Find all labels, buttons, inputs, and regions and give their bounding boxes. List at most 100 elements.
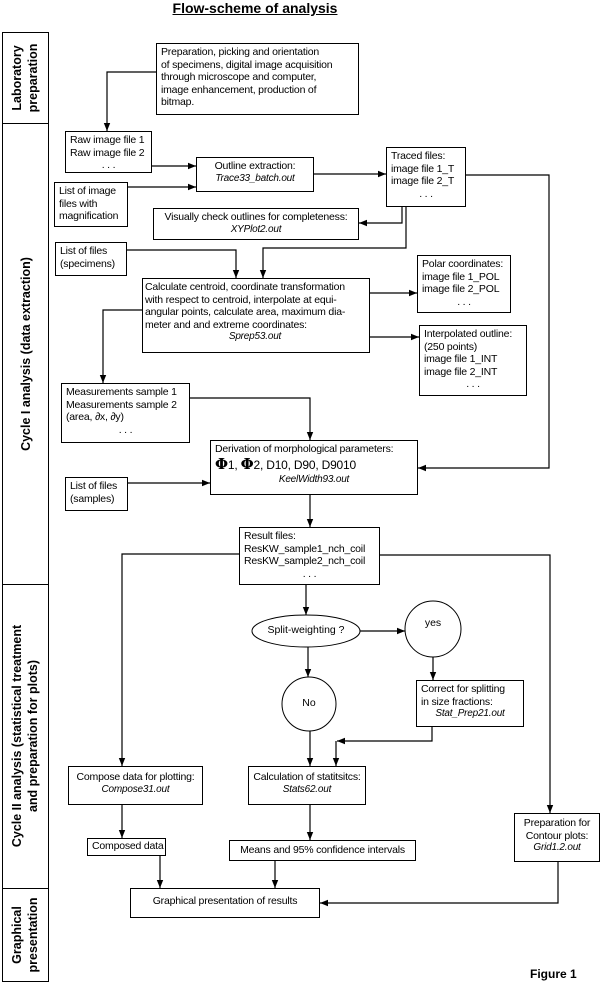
text-line: Correct for splitting — [421, 683, 505, 695]
statistics-box: Calculation of statitsitcs: Stats62.out — [248, 766, 366, 805]
text-line: image enhancement, production of — [161, 83, 317, 96]
raw-image-files-box: Raw image file 1 Raw image file 2 . . . — [65, 131, 152, 173]
phi-symbol: Φ — [240, 454, 254, 473]
phase-label-graph-2: presentation — [26, 897, 40, 972]
program-name: Trace33_batch.out — [215, 172, 295, 184]
text-line: files with — [59, 197, 98, 210]
text-line: in size fractions: — [421, 695, 493, 708]
text-line: through microscope and computer, — [161, 71, 317, 83]
text-line: Means and 95% confidence intervals — [240, 844, 405, 856]
text-line: List of files — [70, 480, 118, 492]
text-line: . . . — [302, 567, 317, 580]
text-line: angular points, calculate area, maximum … — [145, 306, 346, 318]
composed-data-box: Composed data — [87, 838, 166, 856]
text-line: Calculate centroid, coordinate transform… — [145, 281, 345, 293]
flow-arrow — [127, 249, 240, 278]
text-line: Measurements sample 2 — [66, 398, 177, 411]
text-line: (250 points) — [424, 340, 478, 353]
text-line: ResKW_sample1_nch_coil — [244, 542, 366, 555]
text-line: Raw image file 2 — [70, 146, 145, 159]
traced-files-box: Traced files: image file 1_T image file … — [386, 147, 466, 207]
flow-arrow — [99, 309, 142, 383]
text-fragment: 1, — [227, 457, 241, 472]
phi-symbol: Φ — [215, 454, 228, 473]
text-line: Graphical presentation of results — [152, 895, 298, 907]
text-line: meter and and extreme coordinates: — [145, 318, 307, 331]
text-line: . . . — [419, 187, 433, 200]
preparation-box: Preparation, picking and orientation of … — [156, 43, 359, 115]
text-line: image file 2_POL — [422, 283, 500, 295]
text-line: . . . — [457, 295, 471, 308]
text-line: Visually check outlines for completeness… — [164, 211, 348, 223]
text-line: . . . — [466, 378, 480, 390]
text-line: Measurements sample 1 — [66, 386, 177, 398]
compose-data-box: Compose data for plotting: Compose31.out — [68, 766, 203, 805]
text-line: with respect to centroid, interpolate at… — [145, 293, 337, 306]
program-name: Stat_Prep21.out — [435, 708, 505, 719]
phase-label-cycle2-1: Cycle II analysis (statistical treatment — [10, 624, 24, 847]
means-confidence-box: Means and 95% confidence intervals — [229, 840, 416, 861]
result-files-box: Result files: ResKW_sample1_nch_coil Res… — [239, 527, 380, 585]
text-line: image file 2_T — [391, 175, 455, 187]
flow-arrow — [103, 71, 156, 131]
program-name: Compose31.out — [101, 783, 170, 795]
text-line: Polar coordinates: — [422, 258, 504, 270]
sample-list-box: List of files (samples) — [65, 477, 128, 511]
text-line: image file 1_POL — [422, 270, 500, 283]
outline-extraction-box: Outline extraction: Trace33_batch.out — [196, 157, 314, 192]
text-line: image file 2_INT — [424, 365, 498, 378]
phase-label-lab-1: Laboratory — [10, 45, 24, 110]
program-name: Stats62.out — [282, 783, 332, 795]
split-weighting-label: Split-weighting ? — [267, 624, 345, 636]
text-line: (specimens) — [60, 257, 115, 270]
yes-label: yes — [424, 617, 442, 629]
specimen-list-box: List of files (specimens) — [55, 242, 127, 276]
text-fragment: 2, D10, D90, D9010 — [253, 457, 357, 472]
text-line: . . . — [101, 159, 116, 171]
text-line: (samples) — [70, 492, 115, 505]
polar-coordinates-box: Polar coordinates: image file 1_POL imag… — [417, 255, 511, 313]
flow-arrow — [359, 207, 403, 227]
image-list-box: List of image files with magnification — [54, 182, 128, 227]
phase-label-cycle2-2: and preparation for plots) — [26, 660, 40, 812]
program-name: XYPlot2.out — [230, 223, 282, 235]
text-line: Traced files: — [391, 150, 446, 162]
text-line: Raw image file 1 — [70, 134, 145, 146]
yes-node — [404, 600, 462, 658]
graphical-presentation-box: Graphical presentation of results — [130, 888, 320, 918]
page-title: Flow-scheme of analysis — [172, 0, 338, 16]
text-line: image file 1_T — [391, 162, 455, 175]
figure-label: Figure 1 — [530, 967, 577, 981]
no-label: No — [302, 697, 316, 709]
flow-arrow — [118, 553, 239, 766]
contour-preparation-box: Preparation for Contour plots: Grid1.2.o… — [514, 813, 600, 862]
interpolated-outline-box: Interpolated outline: (250 points) image… — [419, 325, 527, 396]
text-line: Preparation, picking and orientation — [161, 46, 319, 58]
text-line: of specimens, digital image acquisition — [161, 58, 333, 71]
text-line: (area, ∂x, ∂y) — [66, 411, 124, 423]
phase-label-cycle1: Cycle I analysis (data extraction) — [19, 257, 33, 451]
phase-label-lab-2: preparation — [26, 44, 40, 113]
program-name: Grid1.2.out — [533, 842, 581, 853]
visual-check-box: Visually check outlines for completeness… — [153, 208, 359, 240]
morphological-derivation-box: Derivation of morphological parameters: … — [210, 440, 418, 495]
text-line: List of files — [60, 245, 108, 257]
centroid-calculation-box: Calculate centroid, coordinate transform… — [142, 278, 370, 353]
text-line: Compose data for plotting: — [76, 771, 195, 783]
text-line: Preparation for — [523, 817, 591, 829]
text-line: bitmap. — [161, 96, 195, 108]
text-line: Result files: — [244, 530, 296, 542]
measurements-box: Measurements sample 1 Measurements sampl… — [61, 383, 190, 443]
flow-arrow — [320, 862, 559, 907]
text-line: image file 1_INT — [424, 353, 498, 365]
text-line: ResKW_sample2_nch_coil — [244, 555, 366, 567]
text-line: magnification — [59, 210, 119, 222]
text-line: Outline extraction: — [214, 160, 296, 172]
text-line: Calculation of statitsitcs: — [253, 771, 361, 783]
phase-label-graph-1: Graphical — [10, 906, 24, 964]
parameter-line: Φ1, Φ2, D10, D90, D9010 — [215, 454, 413, 474]
program-name: Sprep53.out — [228, 331, 282, 342]
split-correction-box: Correct for splitting in size fractions:… — [416, 680, 524, 727]
text-line: Contour plots: — [525, 829, 589, 842]
text-line: . . . — [118, 423, 133, 436]
